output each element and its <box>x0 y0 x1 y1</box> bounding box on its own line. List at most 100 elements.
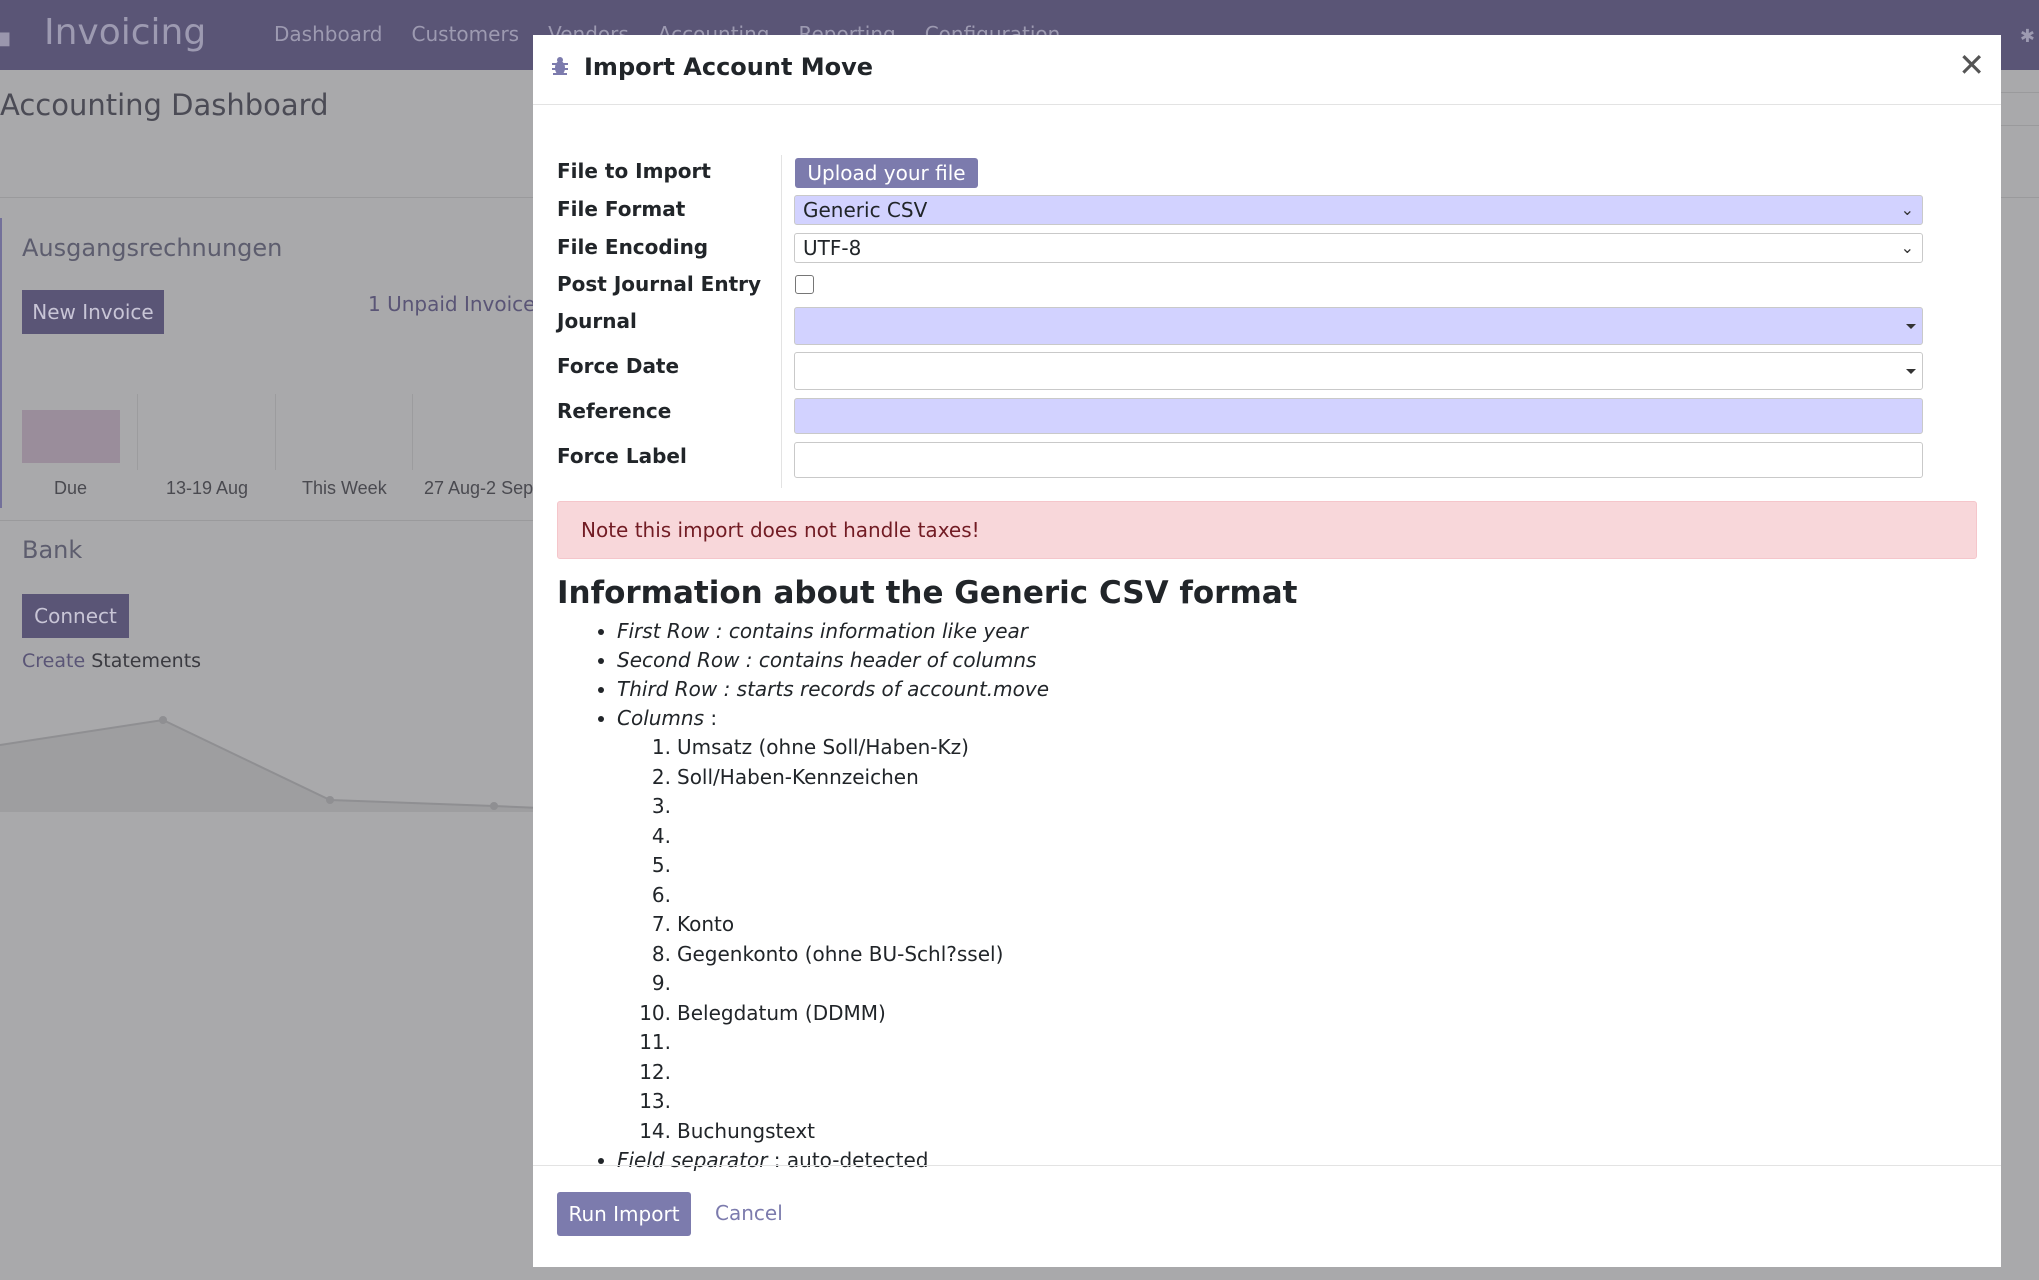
divider <box>0 197 540 198</box>
create-statements-line: Create Statements <box>22 650 201 672</box>
connect-button[interactable]: Connect <box>22 594 129 638</box>
chart-gridline <box>275 394 276 470</box>
column-number: 11. <box>639 1030 671 1054</box>
reference-input[interactable] <box>794 398 1923 434</box>
chart-gridline <box>137 394 138 470</box>
bank-journal-title[interactable]: Bank <box>22 536 82 564</box>
apps-menu-icon[interactable]: ■ <box>0 28 11 49</box>
page-title: Accounting Dashboard <box>0 88 329 122</box>
column-item: 6. <box>557 881 1977 911</box>
column-number: 7. <box>651 912 671 936</box>
graph-point <box>326 796 334 804</box>
chart-label-this-week: This Week <box>302 478 387 498</box>
column-item: 12. <box>557 1058 1977 1088</box>
column-number: 12. <box>639 1059 671 1084</box>
chevron-down-icon: ⌄ <box>1900 200 1914 219</box>
list-item: First Row : contains information like ye… <box>617 617 1977 646</box>
column-number: 9. <box>651 971 671 995</box>
column-number: 6. <box>651 882 671 907</box>
chevron-down-icon: ⌄ <box>1900 238 1914 257</box>
import-modal: Import Account Move ✕ File to Import Upl… <box>533 35 2001 1267</box>
column-number: 3. <box>651 794 671 818</box>
graph-area <box>0 720 540 812</box>
column-item: 13. <box>557 1087 1977 1117</box>
debug-bug-icon[interactable]: ✱ <box>2020 26 2035 47</box>
column-item: 3. <box>557 792 1977 822</box>
column-item: 5. <box>557 851 1977 881</box>
column-number: 1. <box>651 735 671 759</box>
modal-footer: Run Import Cancel <box>533 1165 2001 1267</box>
file-format-label: File Format <box>557 197 686 221</box>
column-item: 4. <box>557 822 1977 852</box>
list-item: Third Row : starts records of account.mo… <box>617 675 1977 704</box>
modal-header: Import Account Move ✕ <box>533 35 2001 105</box>
unpaid-invoices-link[interactable]: 1 Unpaid Invoices <box>368 292 546 316</box>
column-item: 2. Soll/Haben-Kennzeichen <box>557 763 1977 793</box>
sales-journal-title[interactable]: Ausgangsrechnungen <box>22 234 282 262</box>
run-import-button[interactable]: Run Import <box>557 1192 691 1236</box>
column-number: 5. <box>651 853 671 877</box>
divider <box>1998 197 2039 198</box>
force-label-label: Force Label <box>557 444 687 468</box>
list-item: Second Row : contains header of columns <box>617 646 1977 675</box>
force-date-label: Force Date <box>557 354 680 378</box>
columns-list: 1. Umsatz (ohne Soll/Haben-Kz) 2. Soll/Habe… <box>557 733 1977 1146</box>
format-info-section: Information about the Generic CSV format… <box>557 575 1977 1197</box>
column-number: 4. <box>651 823 671 848</box>
journal-input[interactable] <box>794 307 1923 345</box>
column-item: 1. Umsatz (ohne Soll/Haben-Kz) <box>557 733 1977 763</box>
modal-title: Import Account Move <box>584 53 874 81</box>
statements-text: Statements <box>91 650 202 672</box>
file-encoding-value: UTF-8 <box>803 236 862 260</box>
column-item: 10. Belegdatum (DDMM) <box>557 999 1977 1029</box>
file-format-value: Generic CSV <box>803 198 928 222</box>
column-text: Belegdatum (DDMM) <box>677 1000 886 1025</box>
column-item: 7. Konto <box>557 910 1977 940</box>
reference-label: Reference <box>557 399 672 423</box>
bug-icon <box>552 57 568 75</box>
post-journal-entry-checkbox[interactable] <box>795 275 814 294</box>
bank-balance-graph <box>0 716 540 812</box>
force-label-input[interactable] <box>794 442 1923 478</box>
create-link[interactable]: Create <box>22 650 85 672</box>
column-text: Konto <box>677 912 735 936</box>
column-item: 9. <box>557 969 1977 999</box>
close-icon[interactable]: ✕ <box>1958 49 1985 81</box>
file-format-select[interactable]: Generic CSV ⌄ <box>794 195 1923 225</box>
column-item: 11. <box>557 1028 1977 1058</box>
chart-gridline <box>412 394 413 470</box>
format-info-heading: Information about the Generic CSV format <box>557 575 1298 611</box>
dropdown-caret-icon[interactable] <box>1906 324 1916 329</box>
force-date-input[interactable] <box>794 352 1923 390</box>
column-text: Buchungstext <box>677 1118 816 1143</box>
column-number: 10. <box>639 1000 671 1025</box>
chart-label-week3: 27 Aug-2 Sep <box>424 478 534 498</box>
post-journal-entry-label: Post Journal Entry <box>557 272 762 296</box>
file-encoding-select[interactable]: UTF-8 ⌄ <box>794 233 1923 263</box>
upload-file-button[interactable]: Upload your file <box>795 158 978 188</box>
new-invoice-button[interactable]: New Invoice <box>22 290 164 334</box>
column-text: Gegenkonto (ohne BU-Schl?ssel) <box>677 941 1004 966</box>
menu-dashboard[interactable]: Dashboard <box>274 22 383 46</box>
list-item: Columns : 1.Umsatz (ohne Soll/Haben-Kz)2… <box>617 704 1977 1146</box>
column-number: 13. <box>639 1089 671 1113</box>
journal-label: Journal <box>557 309 637 333</box>
app-brand[interactable]: Invoicing <box>44 12 206 53</box>
column-text: Umsatz (ohne Soll/Haben-Kz) <box>677 735 969 759</box>
format-info-list: First Row : contains information like ye… <box>557 617 1977 1175</box>
menu-customers[interactable]: Customers <box>412 22 520 46</box>
column-number: 14. <box>639 1118 671 1143</box>
graph-point <box>159 716 167 724</box>
column-text: Soll/Haben-Kennzeichen <box>677 764 919 789</box>
dropdown-caret-icon[interactable] <box>1906 369 1916 374</box>
divider <box>0 520 540 521</box>
form-label-divider <box>781 155 782 488</box>
chart-bar-due[interactable] <box>22 410 120 463</box>
column-item: 14. Buchungstext <box>557 1117 1977 1147</box>
chart-label-due: Due <box>54 478 88 498</box>
column-number: 8. <box>651 941 671 966</box>
search-box-edge <box>1998 92 2039 126</box>
column-number: 2. <box>651 764 671 789</box>
file-encoding-label: File Encoding <box>557 235 709 259</box>
cancel-button[interactable]: Cancel <box>715 1201 783 1225</box>
